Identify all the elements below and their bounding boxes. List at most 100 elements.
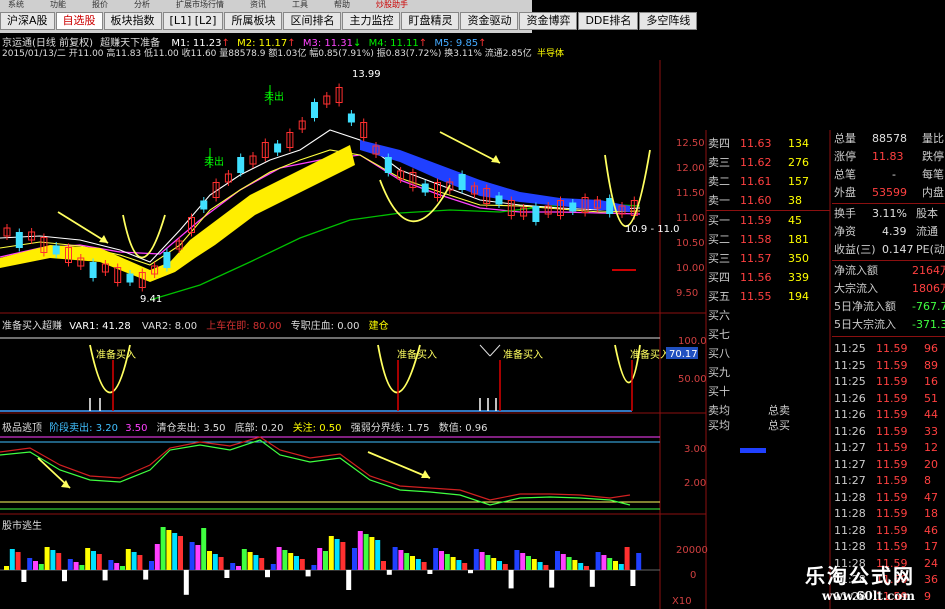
candle-body [384, 157, 392, 173]
bid-label: 买七 [708, 328, 730, 341]
escape-bar [323, 551, 328, 570]
escape-bar [73, 562, 79, 570]
tick-row: 11:25 11.59 96 [832, 340, 945, 358]
escape-bar [410, 556, 415, 570]
bid-label: 买九 [708, 366, 730, 379]
escape-bar [589, 570, 595, 587]
escape-bar [473, 549, 479, 570]
panel3-title: 极品逃顶 [2, 423, 42, 434]
bid-row[interactable]: 买九 [706, 363, 830, 382]
buy-ready-label: 准备买入 [397, 348, 437, 361]
ask-volume: 276 [788, 156, 809, 169]
ask-row[interactable]: 卖四 11.63 134 [706, 134, 830, 153]
tick-price: 11.59 [876, 441, 908, 454]
escape-bar [404, 553, 410, 570]
escape-bar [50, 550, 56, 570]
escape-bar [450, 557, 456, 570]
escape-bar [398, 550, 404, 570]
ask-row[interactable]: 卖一 11.60 38 [706, 191, 830, 210]
bid-row[interactable]: 买一 11.59 45 [706, 211, 830, 230]
price-axis-tick: 12.50 [676, 138, 705, 149]
escape-bar [444, 554, 450, 570]
bid-row[interactable]: 买六 [706, 306, 830, 325]
tick-volume: 33 [924, 424, 938, 438]
escape-bar [259, 558, 265, 570]
panel2-header: 准备买入超赚 VAR1: 41.28 VAR2: 8.00 上车在即: 80.0… [2, 317, 389, 332]
candle-body [163, 252, 171, 268]
escape-bar [85, 548, 91, 570]
escape-bar [491, 558, 497, 570]
escape-bar [334, 539, 340, 570]
tick-volume: 36 [924, 573, 938, 586]
tick-price: 11.59 [876, 474, 908, 487]
bid-volume: 350 [788, 252, 809, 265]
tick-volume: 12 [924, 441, 938, 454]
panel2-up: 上车在即: 80.00 [206, 321, 282, 332]
tick-volume: 8 [924, 474, 931, 487]
tick-volume: 44 [924, 408, 938, 421]
tick-volume: 47 [924, 490, 938, 504]
ask-row[interactable]: 卖三 11.62 276 [706, 153, 830, 172]
ask-row[interactable]: 卖二 11.61 157 [706, 172, 830, 191]
escape-bar [566, 557, 572, 570]
tick-row: 11:28 11.59 47 [832, 489, 945, 507]
bid-row[interactable]: 买二 11.58 181 [706, 230, 830, 249]
tick-row: 11:28 11.59 46 [832, 522, 945, 540]
escape-bar [79, 565, 85, 570]
tick-price: 11.59 [876, 457, 908, 471]
panel4-unit: X10 [672, 596, 692, 607]
escape-bar [125, 549, 131, 570]
escape-bar [543, 565, 549, 570]
bid-row[interactable]: 买八 [706, 344, 830, 363]
tick-row: 11:26 11.59 44 [832, 406, 945, 424]
tick-price: 11.59 [876, 540, 908, 553]
escape-bar [102, 570, 108, 581]
bid-row[interactable]: 买三 11.57 350 [706, 249, 830, 268]
bid-label: 买八 [708, 347, 730, 360]
candle-body [421, 183, 429, 193]
price-axis-tick: 10.50 [676, 238, 705, 249]
panel3-axis-tick: 2.00 [684, 478, 706, 489]
panel3-clear: 清仓卖出: 3.50 [156, 423, 226, 434]
flow-row: 大宗流入1806万 [834, 282, 945, 295]
escape-bar [537, 562, 543, 570]
bid-label: 买十 [708, 385, 730, 398]
ask-price: 11.60 [740, 194, 772, 207]
tick-time: 11:27 [834, 457, 866, 471]
ask-volume: 134 [788, 137, 809, 150]
tick-time: 11:25 [834, 342, 866, 355]
tick-row: 11:28 11.59 18 [832, 505, 945, 523]
low-label: 9.41 [140, 294, 162, 305]
escape-bar [607, 558, 613, 570]
buy-ready-label: 准备买入 [96, 348, 136, 361]
tick-time: 11:25 [834, 375, 866, 388]
tick-row: 11:27 11.59 8 [832, 472, 945, 490]
tick-volume: 96 [924, 342, 938, 355]
escape-bar [624, 547, 630, 570]
tick-price: 11.59 [876, 507, 908, 520]
bid-row[interactable]: 买十 [706, 382, 830, 401]
escape-bar [502, 564, 508, 570]
escape-bar [62, 570, 67, 582]
tick-row: 11:25 11.59 16 [832, 373, 945, 391]
escape-bar [27, 558, 33, 570]
bid-row[interactable]: 买五 11.55 194 [706, 287, 830, 306]
bid-row[interactable]: 买四 11.56 339 [706, 268, 830, 287]
bid-row[interactable]: 买七 [706, 325, 830, 344]
escape-bar [33, 561, 38, 570]
panel3-axis-tick: 3.00 [684, 444, 706, 455]
price-axis-tick: 9.50 [676, 288, 698, 299]
price-axis-tick: 11.50 [676, 188, 705, 199]
tick-volume: 20 [924, 457, 938, 471]
escape-bar [584, 566, 589, 570]
tick-volume: 17 [924, 540, 938, 553]
escape-bar [166, 530, 172, 570]
escape-bar [497, 561, 502, 570]
tick-volume: 16 [924, 375, 938, 388]
escape-bar [149, 561, 154, 570]
escape-bar [265, 570, 270, 578]
escape-bar [340, 542, 346, 570]
escape-bar [247, 552, 253, 570]
escape-bar [601, 555, 607, 570]
escape-bar [363, 534, 369, 570]
